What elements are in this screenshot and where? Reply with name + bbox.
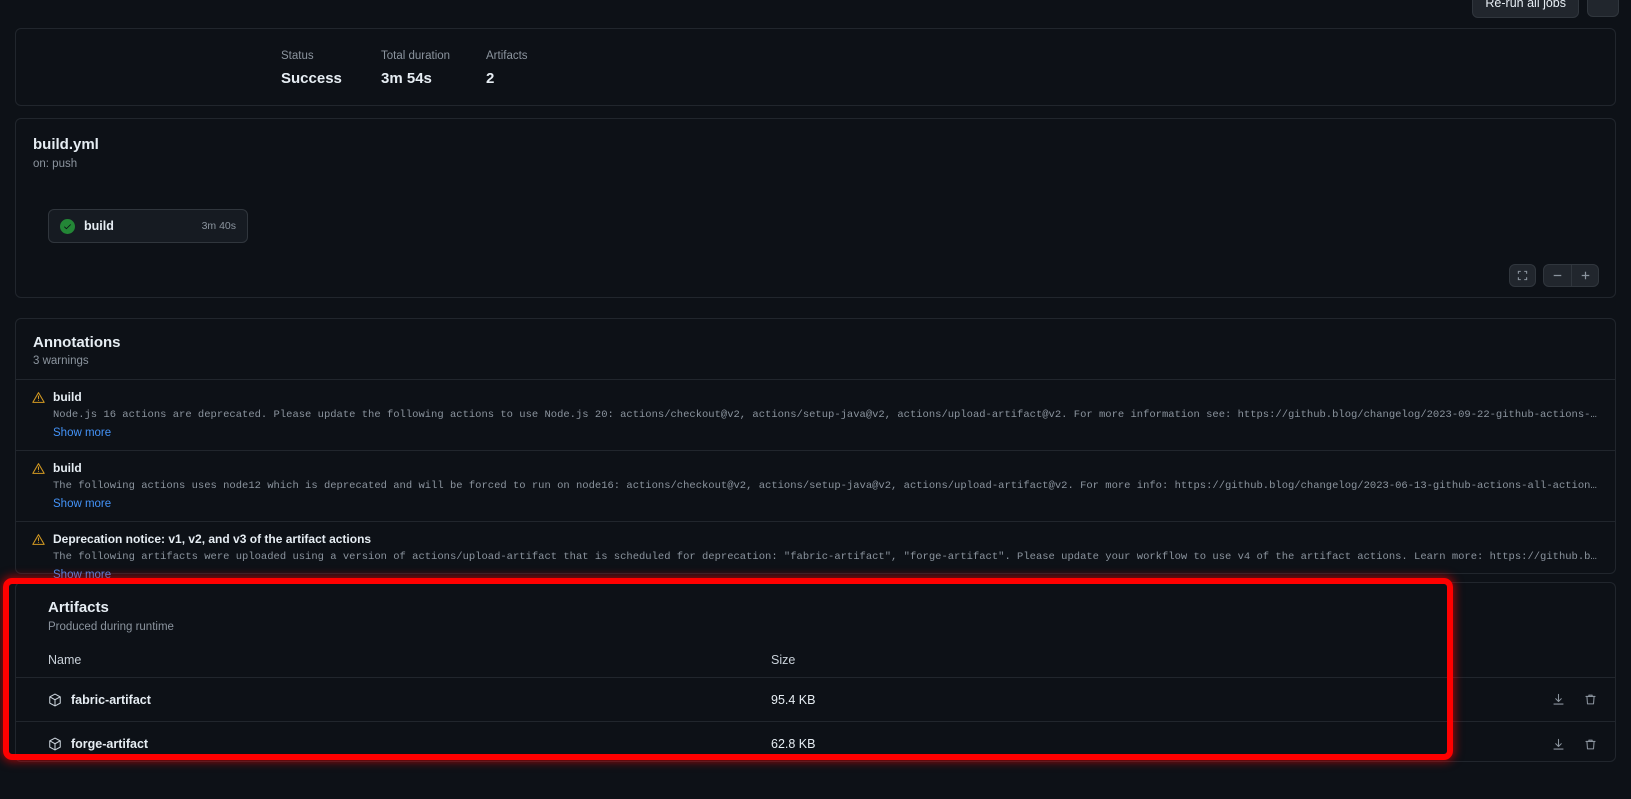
table-row[interactable]: forge-artifact 62.8 KB <box>16 722 1615 766</box>
graph-controls <box>1509 264 1599 287</box>
show-more-link[interactable]: Show more <box>53 498 111 510</box>
job-name-label: build <box>84 219 114 233</box>
summary-artifacts: Artifacts 2 <box>486 49 528 88</box>
download-icon[interactable] <box>1552 693 1565 706</box>
column-header-size: Size <box>771 653 796 667</box>
warning-icon <box>32 462 45 512</box>
check-circle-icon <box>60 218 75 234</box>
annotation-head: Deprecation notice: v1, v2, and v3 of th… <box>53 532 372 546</box>
summary-duration: Total duration 3m 54s <box>381 49 486 88</box>
package-icon <box>48 737 62 751</box>
annotation-text: Node.js 16 actions are deprecated. Pleas… <box>53 409 1599 421</box>
duration-label: Total duration <box>381 50 451 62</box>
trash-icon[interactable] <box>1584 693 1597 706</box>
rerun-all-jobs-button[interactable]: Re-run all jobs <box>1472 0 1579 18</box>
show-more-link[interactable]: Show more <box>53 427 111 439</box>
trash-icon[interactable] <box>1584 738 1597 751</box>
run-toolbar: Re-run all jobs <box>1472 0 1619 18</box>
table-row[interactable]: fabric-artifact 95.4 KB <box>16 678 1615 722</box>
job-duration-label: 3m 40s <box>201 220 236 232</box>
warning-icon <box>32 533 45 583</box>
minus-icon[interactable] <box>1544 265 1571 286</box>
run-summary-card: Status Success Total duration 3m 54s Art… <box>15 28 1616 106</box>
artifact-size: 62.8 KB <box>771 737 816 751</box>
show-more-link[interactable]: Show more <box>53 569 111 581</box>
plus-icon[interactable] <box>1571 265 1598 286</box>
annotation-head: build <box>53 461 82 475</box>
status-label: Status <box>281 50 314 62</box>
annotation-text: The following artifacts were uploaded us… <box>53 551 1599 563</box>
annotation-item: build The following actions uses node12 … <box>16 450 1615 521</box>
summary-status: Status Success <box>281 49 381 88</box>
annotations-subtitle: 3 warnings <box>33 355 89 367</box>
workflow-graph-card: build.yml on: push build 3m 40s <box>15 118 1616 298</box>
duration-value: 3m 54s <box>381 70 432 87</box>
download-icon[interactable] <box>1552 738 1565 751</box>
artifacts-count-label: Artifacts <box>486 50 528 62</box>
warning-icon <box>32 391 45 441</box>
artifact-name: forge-artifact <box>71 737 149 751</box>
zoom-controls-group <box>1543 264 1599 287</box>
annotation-text: The following actions uses node12 which … <box>53 480 1599 492</box>
job-node-build[interactable]: build 3m 40s <box>48 209 248 243</box>
artifacts-card: Artifacts Produced during runtime Name S… <box>15 582 1616 762</box>
artifact-size: 95.4 KB <box>771 692 816 707</box>
artifacts-subtitle: Produced during runtime <box>48 621 174 633</box>
annotation-head: build <box>53 390 82 404</box>
artifacts-table-header: Name Size <box>16 633 1615 678</box>
column-header-name: Name <box>48 653 82 667</box>
artifact-name: fabric-artifact <box>71 692 151 707</box>
run-options-kebab-button[interactable] <box>1587 0 1619 17</box>
status-value: Success <box>281 70 342 87</box>
package-icon <box>48 693 62 707</box>
workflow-run-page: Re-run all jobs Status Success Total dur… <box>0 0 1631 799</box>
artifacts-count-value: 2 <box>486 70 495 87</box>
workflow-trigger: on: push <box>33 158 78 170</box>
fullscreen-icon[interactable] <box>1509 264 1536 287</box>
artifacts-title: Artifacts <box>48 599 109 616</box>
annotations-title: Annotations <box>33 334 121 351</box>
annotation-item: build Node.js 16 actions are deprecated.… <box>16 379 1615 450</box>
annotations-card: Annotations 3 warnings build Node.js 16 … <box>15 318 1616 581</box>
workflow-file-title: build.yml <box>33 136 99 153</box>
